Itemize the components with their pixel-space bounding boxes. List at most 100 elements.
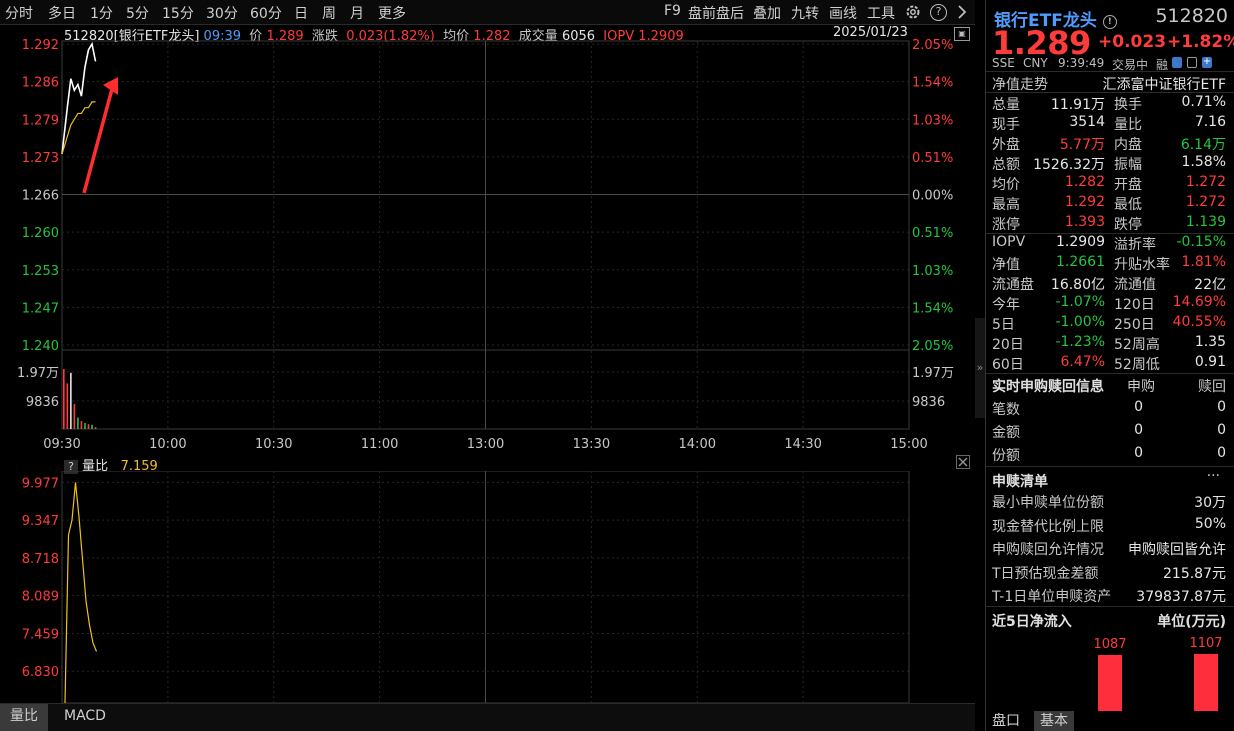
period-tab-1min[interactable]: 1分 [90, 3, 113, 23]
price-tick-label: 1.286 [22, 76, 59, 91]
period-tab-30min[interactable]: 30分 [206, 3, 238, 23]
pct-tick-label: 0.51% [912, 151, 953, 166]
period-tab-5min[interactable]: 5分 [126, 3, 149, 23]
stat-label: 内盘 [1114, 137, 1142, 153]
stat-value: 22亿 [1194, 277, 1226, 293]
volume-ratio-chart[interactable]: 9.977 9.347 8.718 8.089 7.459 6.830 [0, 471, 975, 703]
stat-value: 1.292 [1064, 194, 1105, 210]
stat-label: IOPV [992, 234, 1026, 250]
pct-tick-label: 2.05% [912, 339, 953, 354]
redeem-list-more[interactable]: ··· [1207, 468, 1220, 484]
tab-volume-ratio[interactable]: 量比 [0, 704, 48, 731]
stat-value: 1.2661 [1056, 254, 1105, 270]
subscribe-value: 0 [1134, 445, 1143, 461]
stat-label: 净值 [992, 257, 1020, 273]
currency: CNY [1023, 56, 1048, 70]
security-code: 512820 [1155, 5, 1228, 27]
stat-value: 1.272 [1185, 174, 1226, 190]
period-tab-day[interactable]: 日 [294, 3, 308, 23]
sub-redeem-col-subscribe: 申购 [1127, 379, 1155, 395]
period-tab-multiday[interactable]: 多日 [48, 3, 76, 23]
nine-turn-button[interactable]: 九转 [791, 3, 819, 23]
period-tab-month[interactable]: 月 [350, 3, 364, 23]
stat-label: 52周高 [1114, 337, 1160, 353]
stat-value: -1.00% [1055, 314, 1105, 330]
stat-value: 40.55% [1172, 314, 1226, 330]
redeem-list-title: 申赎清单 [992, 474, 1048, 490]
period-tab-more[interactable]: 更多 [378, 3, 406, 23]
stat-label: 现手 [992, 117, 1020, 133]
tab-basic-info[interactable]: 基本 [1034, 711, 1074, 731]
draw-line-button[interactable]: 画线 [829, 3, 857, 23]
period-tab-60min[interactable]: 60分 [250, 3, 282, 23]
redeem-value: 0 [1217, 422, 1226, 438]
tab-order-book[interactable]: 盘口 [986, 711, 1026, 731]
net-inflow-bar [1098, 655, 1122, 711]
pre-post-market-button[interactable]: 盘前盘后 [688, 3, 744, 23]
volume-bar [63, 369, 65, 429]
stat-label: 20日 [992, 337, 1024, 353]
stat-value: 6.47% [1060, 354, 1105, 370]
redeem-list-label: 申购赎回允许情况 [992, 542, 1104, 558]
tab-macd[interactable]: MACD [54, 704, 116, 731]
indicator-tick-label: 8.718 [22, 552, 59, 567]
f9-button[interactable]: F9 [664, 3, 681, 19]
period-tab-15min[interactable]: 15分 [162, 3, 194, 23]
edit-icon[interactable] [1172, 57, 1182, 68]
nav-trend-link[interactable]: 净值走势 [992, 74, 1048, 94]
stat-label: 量比 [1114, 117, 1142, 133]
redeem-list-value: 30万 [1194, 495, 1226, 511]
stat-label: 溢折率 [1114, 237, 1156, 253]
stat-value: 16.80亿 [1050, 277, 1105, 293]
volume-bar [66, 383, 69, 429]
redeem-value: 0 [1217, 445, 1226, 461]
redeem-list-label: 最小申赎单位份额 [992, 495, 1104, 511]
pct-tick-label: 1.03% [912, 113, 953, 128]
price-tick-label: 1.292 [22, 38, 59, 53]
info-icon[interactable]: ! [1102, 15, 1117, 29]
add-icon[interactable]: + [1202, 57, 1212, 68]
time-tick-label: 14:30 [784, 437, 821, 452]
stat-value: 5.77万 [1059, 137, 1105, 153]
stat-value: 1.272 [1185, 194, 1226, 210]
stat-value: 3514 [1069, 114, 1105, 130]
stat-label: 最高 [992, 197, 1020, 213]
tools-button[interactable]: 工具 [867, 3, 895, 23]
price-change: +0.023 [1098, 32, 1167, 52]
collapse-panel-handle[interactable]: » [975, 318, 985, 418]
indicator-tick-label: 6.830 [22, 665, 59, 680]
stat-value: 1.81% [1181, 254, 1226, 270]
redeem-list-label: 现金替代比例上限 [992, 518, 1104, 535]
stat-value: 11.91万 [1050, 97, 1105, 113]
period-tab-intraday[interactable]: 分时 [5, 3, 33, 23]
stat-label: 250日 [1114, 317, 1155, 333]
annotation-arrow [82, 88, 114, 194]
price-change-pct: +1.82% [1167, 32, 1234, 52]
stat-label: 升贴水率 [1114, 257, 1170, 273]
sub-redeem-col-redeem: 赎回 [1198, 379, 1226, 395]
stat-label: 流通值 [1114, 277, 1156, 293]
chevron-right-icon[interactable] [956, 4, 968, 24]
pct-tick-label: 1.03% [912, 264, 953, 279]
time-tick-label: 14:00 [679, 437, 716, 452]
help-icon[interactable]: ? [930, 4, 947, 21]
stat-value: 1.282 [1064, 174, 1105, 190]
price-chart[interactable]: 1.292 1.286 1.279 1.273 1.266 1.260 1.253 1.247… [0, 25, 975, 455]
quote-time: 9:39:49 [1058, 56, 1105, 70]
time-tick-label: 09:30 [43, 437, 80, 452]
price-tick-label: 1.253 [22, 264, 59, 279]
volume-tick-label: 1.97万 [17, 366, 59, 381]
stat-label: 总量 [992, 97, 1020, 113]
time-tick-label: 13:00 [467, 437, 504, 452]
overlay-button[interactable]: 叠加 [753, 3, 781, 23]
stat-label: 外盘 [992, 137, 1020, 153]
stat-value: 6.14万 [1180, 137, 1226, 153]
popout-icon[interactable] [1187, 57, 1197, 68]
redeem-list-value: 215.87元 [1163, 565, 1226, 582]
pct-tick-label: 0.00% [912, 189, 953, 204]
period-tab-week[interactable]: 周 [322, 3, 336, 23]
pct-tick-label: 1.54% [912, 301, 953, 316]
close-icon[interactable] [956, 455, 970, 469]
volume-bar [80, 421, 83, 429]
gear-icon[interactable] [904, 3, 922, 25]
